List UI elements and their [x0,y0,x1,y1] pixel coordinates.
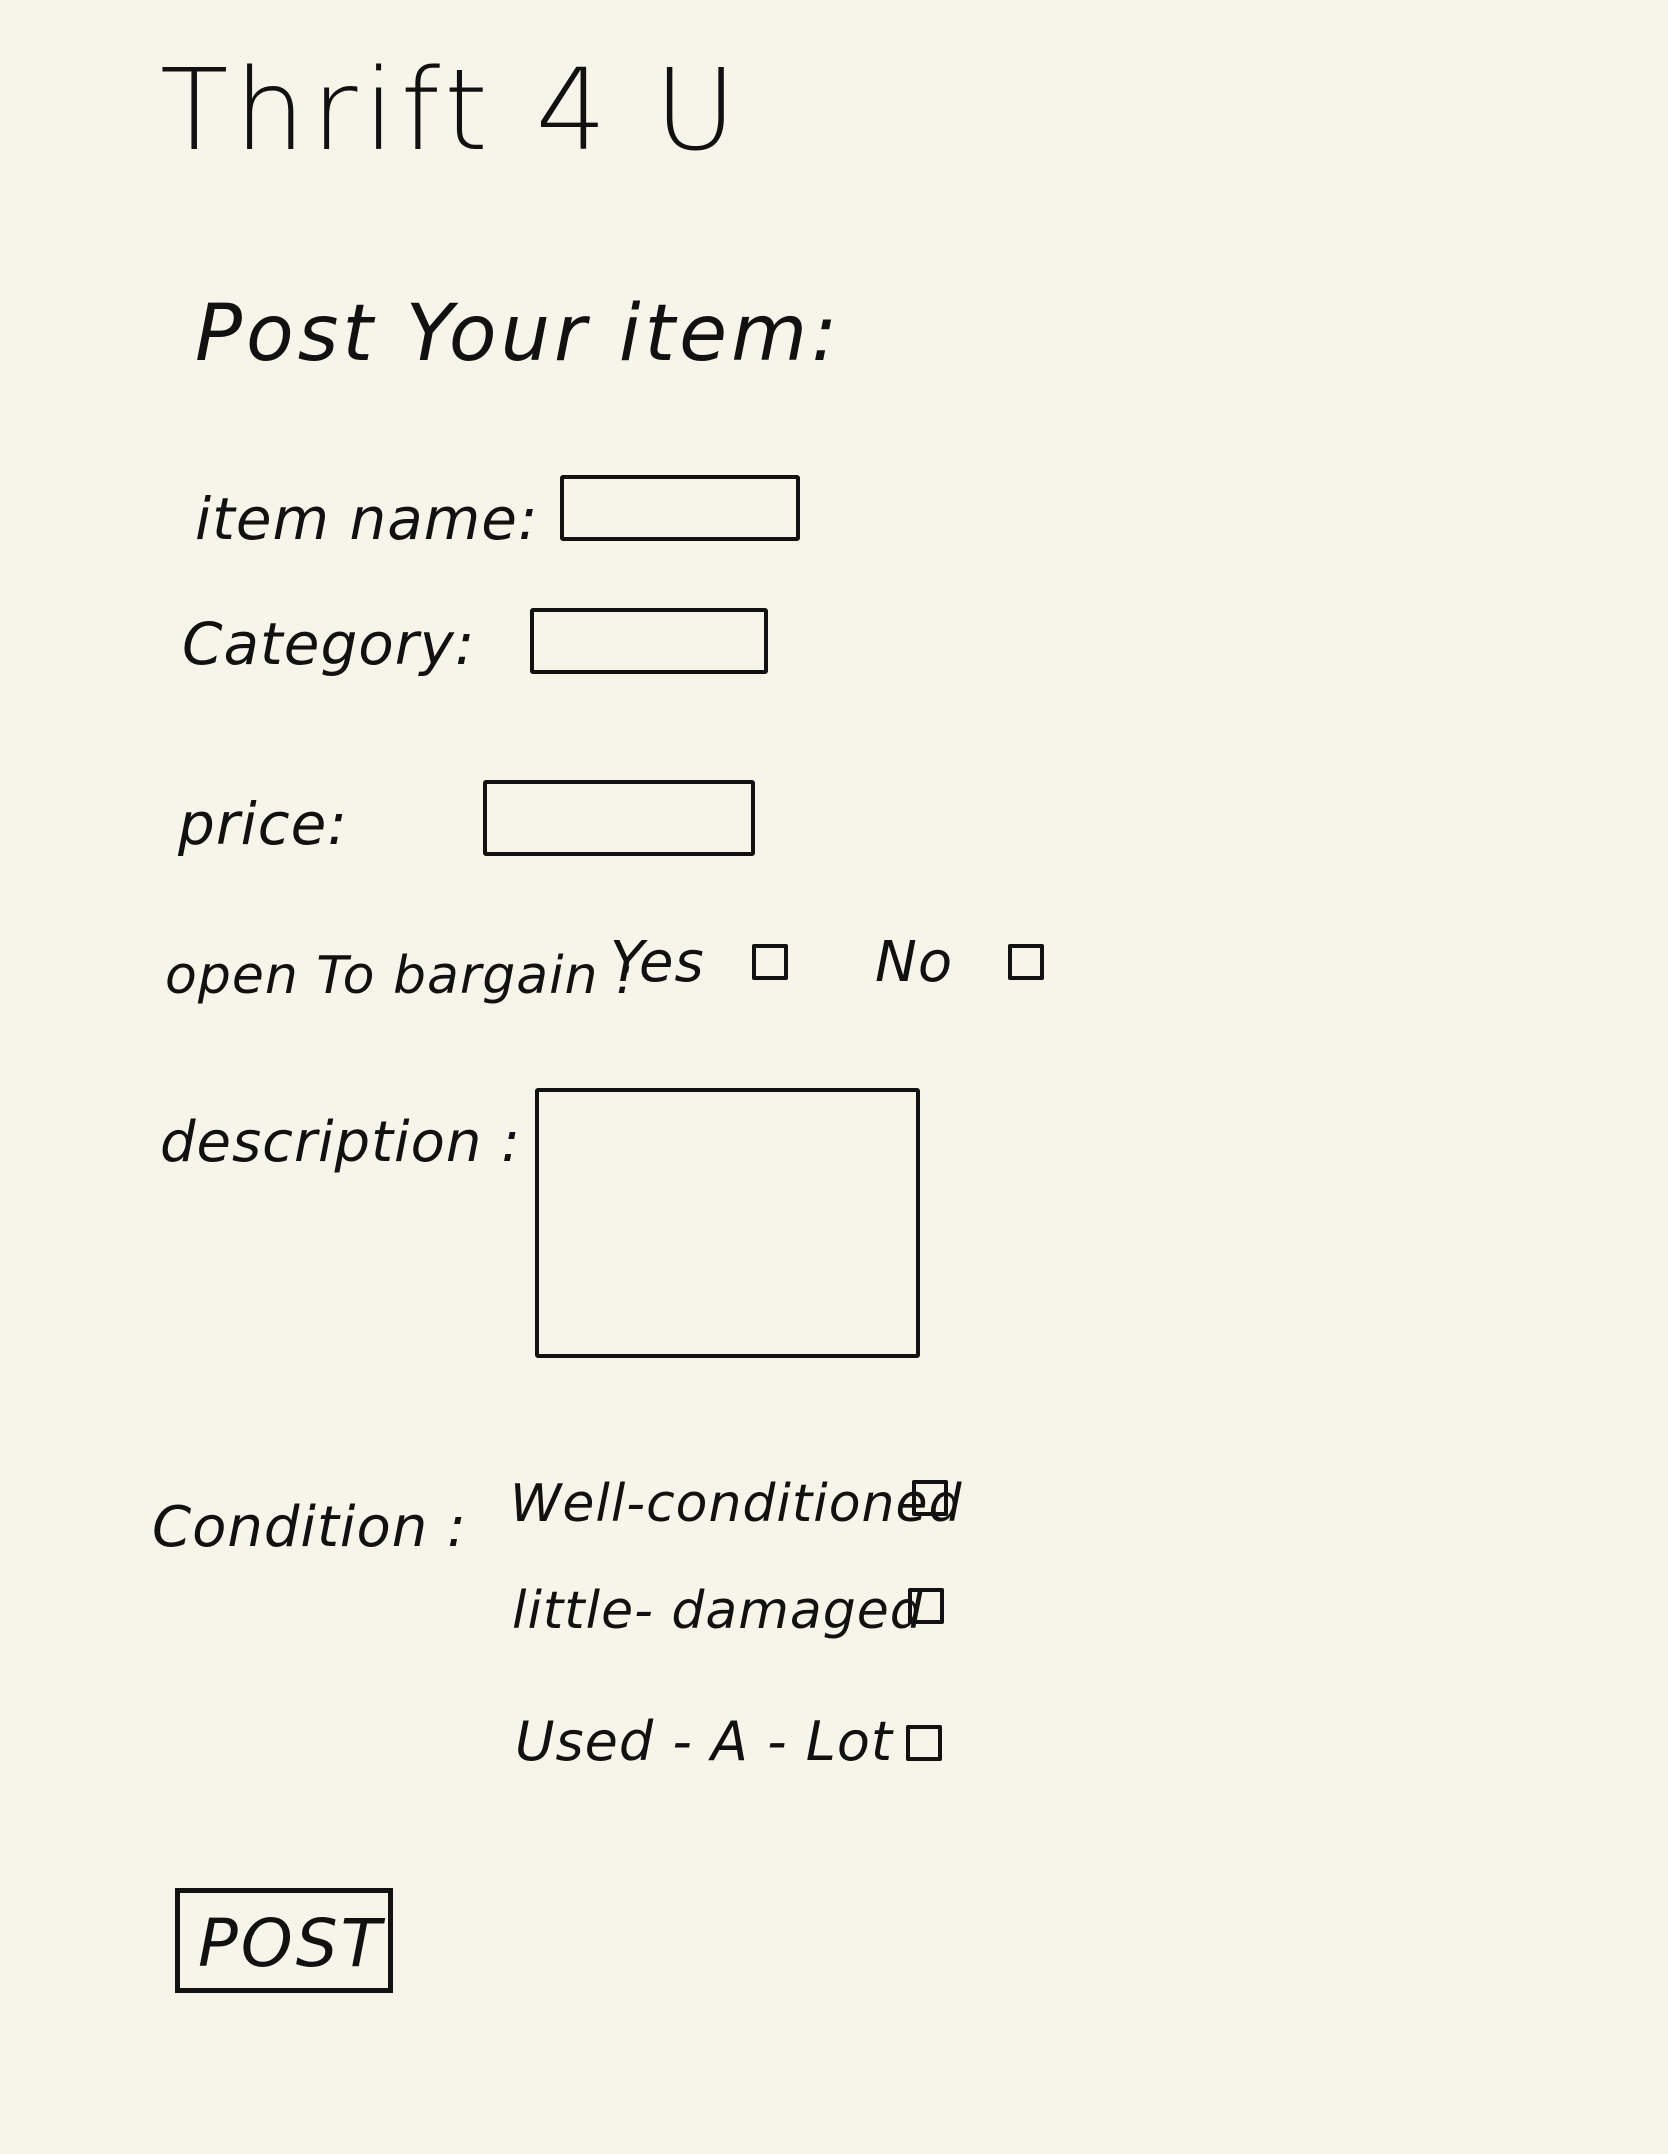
condition-little-damaged-checkbox[interactable] [908,1588,944,1624]
condition-used-a-lot-checkbox[interactable] [906,1725,942,1761]
description-textarea[interactable] [535,1088,920,1358]
form-heading: Post Your item: [195,289,842,379]
category-input[interactable] [530,608,768,674]
item-name-label: item name: [195,485,539,553]
condition-little-damaged-label: little- damaged [512,1581,924,1641]
open-to-bargain-label: open To bargain : [165,946,635,1006]
condition-well-conditioned-label: Well-conditioned [510,1474,963,1534]
item-name-input[interactable] [560,475,800,541]
price-label: price: [178,790,348,858]
bargain-yes-label: Yes [610,930,705,995]
description-label: description : [160,1110,522,1175]
condition-used-a-lot-label: Used - A - Lot [515,1710,894,1773]
bargain-no-checkbox[interactable] [1008,944,1044,980]
price-input[interactable] [483,780,755,856]
bargain-no-label: No [875,930,954,995]
bargain-yes-checkbox[interactable] [752,944,788,980]
condition-label: Condition : [152,1495,467,1560]
post-button[interactable]: POST [175,1888,393,1993]
condition-well-conditioned-checkbox[interactable] [912,1480,948,1516]
category-label: Category: [182,610,476,678]
app-title: Thrift 4 U [160,46,743,176]
